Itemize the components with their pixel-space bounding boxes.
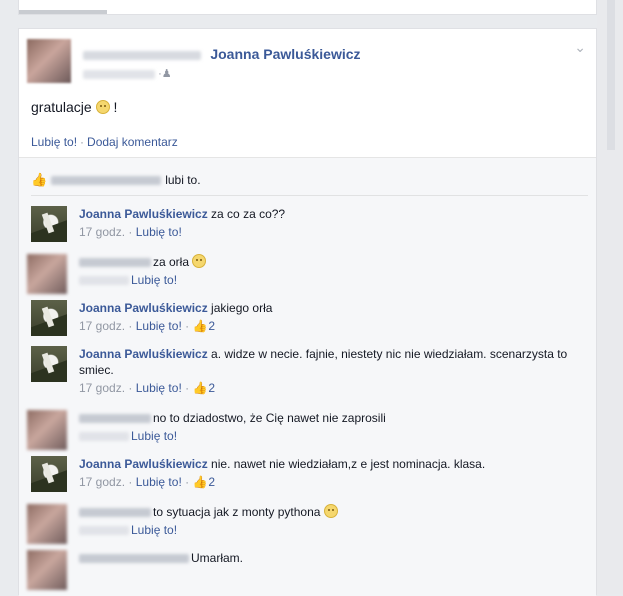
comment-body: Joanna Pawluśkiewicz jakiego orła 17 god…: [79, 300, 579, 334]
thumbs-up-icon[interactable]: 👍: [192, 319, 207, 333]
friends-icon[interactable]: ·♟: [158, 68, 172, 80]
post-card: ⌄ Joanna Pawluśkiewicz ·♟ gratulacje ! L…: [18, 28, 597, 596]
post-text: gratulacje !: [31, 99, 117, 115]
blurred-comment-author[interactable]: [79, 508, 151, 518]
comment-time[interactable]: 17 godz.: [79, 225, 125, 239]
comment-like-link[interactable]: Lubię to!: [136, 319, 182, 333]
separator: ·: [185, 475, 190, 489]
comment-meta: Lubię to!: [79, 522, 579, 538]
comment-text: Umarłam.: [191, 551, 244, 565]
comment-like-link[interactable]: Lubię to!: [136, 225, 182, 239]
comment-body: to sytuacja jak z monty pythona Lubię to…: [79, 504, 579, 538]
comment-body: za orła Lubię to!: [79, 254, 579, 288]
avatar[interactable]: [27, 550, 67, 590]
post-text-suffix: !: [109, 99, 118, 115]
likes-suffix: lubi to.: [165, 173, 201, 187]
avatar[interactable]: [27, 410, 67, 450]
comment-like-count[interactable]: 2: [208, 319, 215, 333]
comment-text: za co za co??: [207, 207, 286, 221]
comment-text: no to dziadostwo, że Cię nawet nie zapro…: [153, 411, 386, 425]
thumbs-up-icon: 👍: [31, 172, 48, 187]
thumbs-up-icon[interactable]: 👍: [192, 381, 207, 395]
comment-meta: 17 godz. · Lubię to!: [79, 224, 579, 240]
comment-author-link[interactable]: Joanna Pawluśkiewicz: [79, 301, 208, 315]
comment-meta: 17 godz. · Lubię to! · 👍2: [79, 380, 579, 396]
comment-like-link[interactable]: Lubię to!: [131, 523, 177, 537]
comment-body: Joanna Pawluśkiewicz za co za co?? 17 go…: [79, 206, 579, 240]
thumbs-up-icon[interactable]: 👍: [192, 475, 207, 489]
comment-text: to sytuacja jak z monty pythona: [153, 505, 321, 519]
comment-time[interactable]: 17 godz.: [79, 475, 125, 489]
previous-post-edge: [19, 10, 107, 14]
blurred-liker-names[interactable]: [51, 176, 162, 186]
smile-emoticon-icon: [323, 504, 338, 518]
comment-text: jakiego orła: [207, 301, 273, 315]
comment-meta: 17 godz. · Lubię to! · 👍2: [79, 474, 579, 490]
comment-meta: Lubię to!: [79, 272, 579, 288]
post-author-link[interactable]: Joanna Pawluśkiewicz: [210, 46, 360, 62]
comment-text: za orła: [153, 255, 190, 269]
post-header: Joanna Pawluśkiewicz: [83, 46, 361, 62]
smile-emoticon-icon: [95, 100, 110, 114]
separator: ·: [128, 225, 133, 239]
comment-author-link[interactable]: Joanna Pawluśkiewicz: [79, 457, 208, 471]
blurred-name: [83, 51, 201, 61]
comment-like-link[interactable]: Lubię to!: [131, 273, 177, 287]
separator: ·: [80, 135, 85, 149]
blurred-comment-time[interactable]: [79, 276, 129, 286]
blurred-timestamp: [83, 69, 155, 79]
blurred-comment-author[interactable]: [79, 414, 151, 424]
comments-section: 👍 lubi to. Joanna Pawluśkiewicz za co za …: [19, 157, 596, 596]
avatar[interactable]: [31, 206, 67, 242]
comment-author-link[interactable]: Joanna Pawluśkiewicz: [79, 347, 208, 361]
comment-meta: 17 godz. · Lubię to! · 👍2: [79, 318, 579, 334]
comment-text: nie. nawet nie wiedziałam,z e jest nomin…: [207, 457, 486, 471]
comment-body: Joanna Pawluśkiewicz nie. nawet nie wied…: [79, 456, 579, 490]
avatar[interactable]: [27, 504, 67, 544]
avatar[interactable]: [31, 300, 67, 336]
post-text-content: gratulacje: [31, 99, 92, 115]
avatar[interactable]: [27, 39, 71, 83]
avatar[interactable]: [31, 456, 67, 492]
post-actions: Lubię to! · Dodaj komentarz: [31, 135, 178, 149]
likes-summary: 👍 lubi to.: [31, 172, 201, 188]
blurred-comment-author[interactable]: [79, 258, 151, 268]
comment-body: no to dziadostwo, że Cię nawet nie zapro…: [79, 410, 579, 444]
blurred-comment-time[interactable]: [79, 526, 129, 536]
separator: ·: [128, 319, 133, 333]
previous-post-card: [18, 0, 597, 15]
add-comment-link[interactable]: Dodaj komentarz: [87, 135, 178, 149]
comment-like-count[interactable]: 2: [208, 381, 215, 395]
chevron-down-icon[interactable]: ⌄: [574, 39, 586, 56]
comment-like-count[interactable]: 2: [208, 475, 215, 489]
comment-author-link[interactable]: Joanna Pawluśkiewicz: [79, 207, 208, 221]
comment-like-link[interactable]: Lubię to!: [136, 381, 182, 395]
blurred-comment-time[interactable]: [79, 432, 129, 442]
scrollbar[interactable]: [607, 0, 615, 150]
separator: ·: [185, 319, 190, 333]
blurred-comment-author[interactable]: [79, 554, 189, 564]
like-link[interactable]: Lubię to!: [31, 135, 77, 149]
separator: ·: [128, 381, 133, 395]
separator: ·: [185, 381, 190, 395]
post-timestamp: ·♟: [83, 67, 172, 80]
comment-time[interactable]: 17 godz.: [79, 319, 125, 333]
comment-like-link[interactable]: Lubię to!: [131, 429, 177, 443]
divider: [31, 195, 588, 196]
comment-meta: Lubię to!: [79, 428, 579, 444]
smile-emoticon-icon: [192, 254, 207, 268]
separator: ·: [128, 475, 133, 489]
comment-time[interactable]: 17 godz.: [79, 381, 125, 395]
comment-body: Joanna Pawluśkiewicz a. widze w necie. f…: [79, 346, 579, 396]
right-rail: [597, 0, 623, 594]
avatar[interactable]: [31, 346, 67, 382]
comment-body: Umarłam.: [79, 550, 579, 566]
comment-like-link[interactable]: Lubię to!: [136, 475, 182, 489]
avatar[interactable]: [27, 254, 67, 294]
